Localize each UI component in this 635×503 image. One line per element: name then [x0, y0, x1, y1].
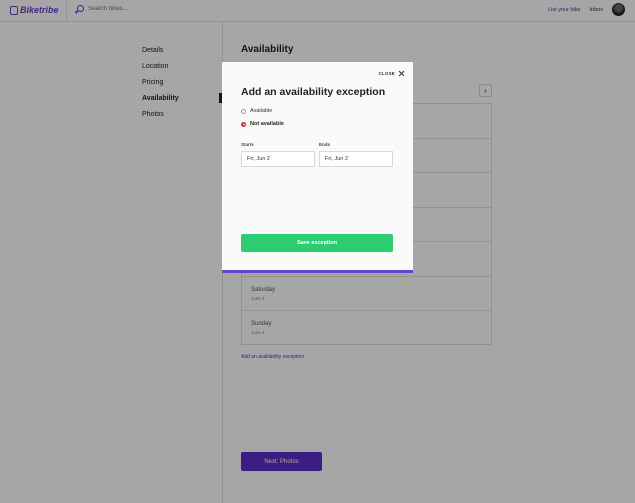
- option-not-available[interactable]: Not available: [241, 121, 284, 127]
- close-icon: [398, 70, 404, 76]
- close-button[interactable]: CLOSE: [378, 70, 404, 76]
- ends-label: Ends: [319, 142, 331, 147]
- ends-date-input[interactable]: [319, 151, 393, 167]
- close-label: CLOSE: [378, 70, 395, 76]
- modal-title: Add an availability exception: [241, 86, 386, 98]
- option-available[interactable]: Available: [241, 108, 272, 114]
- radio-not-available[interactable]: [241, 121, 246, 127]
- starts-date-input[interactable]: [241, 151, 315, 167]
- starts-label: Starts: [241, 142, 254, 147]
- save-exception-button[interactable]: Save exception: [241, 234, 393, 252]
- option-label: Not available: [250, 121, 284, 127]
- radio-available[interactable]: [241, 108, 246, 114]
- availability-exception-modal: CLOSE Add an availability exception Avai…: [222, 62, 413, 273]
- option-label: Available: [250, 108, 273, 114]
